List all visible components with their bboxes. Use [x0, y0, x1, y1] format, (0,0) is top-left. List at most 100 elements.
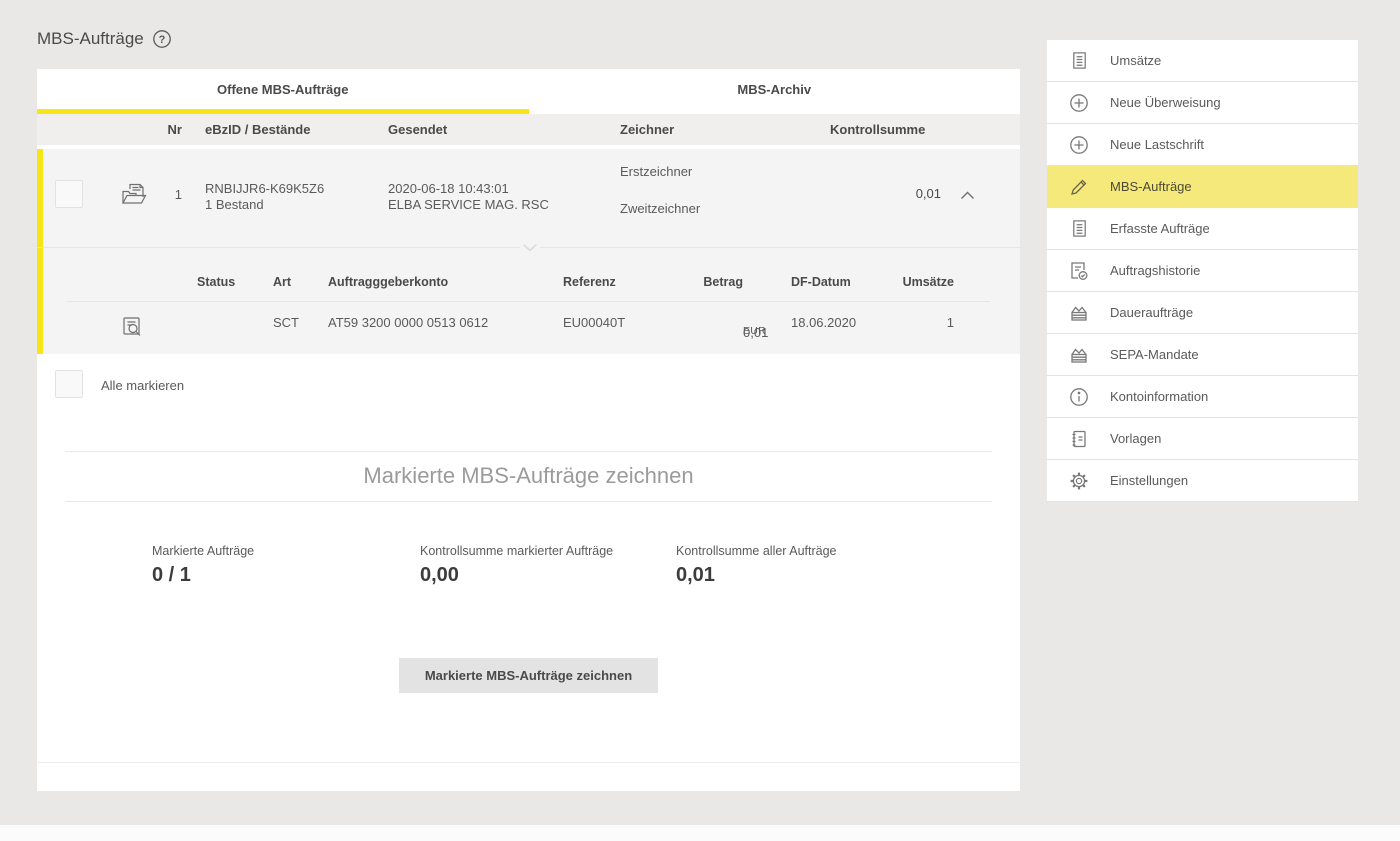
- col-header-auftraggeberkonto: Auftragggeberkonto: [328, 275, 448, 289]
- stat-markierte-auftraege: Markierte Aufträge 0 / 1: [152, 544, 254, 587]
- detail-konto: AT59 3200 0000 0513 0612: [328, 315, 488, 330]
- plus-circle-icon: [1069, 135, 1089, 155]
- col-header-umsaetze: Umsätze: [883, 275, 954, 289]
- sidebar-item-label: Erfasste Aufträge: [1110, 221, 1210, 236]
- order-ebzid-cell: RNBIJJR6-K69K5Z6 1 Bestand: [205, 181, 324, 213]
- col-header-betrag: Betrag: [667, 275, 743, 289]
- page-title-row: MBS-Aufträge ?: [37, 26, 1020, 52]
- sidebar-item-umsaetze[interactable]: Umsätze: [1047, 40, 1358, 82]
- sidebar-item-sepa-mandate[interactable]: SEPA-Mandate: [1047, 334, 1358, 376]
- document-magnifier-icon[interactable]: [120, 315, 145, 340]
- stack-icon: [1069, 303, 1089, 323]
- col-header-df-datum: DF-Datum: [791, 275, 851, 289]
- sidebar-item-einstellungen[interactable]: Einstellungen: [1047, 460, 1358, 502]
- stack-icon: [1069, 345, 1089, 365]
- tab-mbs-archiv[interactable]: MBS-Archiv: [529, 69, 1021, 114]
- col-header-status: Status: [197, 275, 235, 289]
- order-zweitzeichner: Zweitzeichner: [620, 201, 700, 216]
- order-ebzid: RNBIJJR6-K69K5Z6: [205, 181, 324, 197]
- page-title: MBS-Aufträge: [37, 29, 144, 49]
- sidebar-item-vorlagen[interactable]: Vorlagen: [1047, 418, 1358, 460]
- stat-label: Markierte Aufträge: [152, 544, 254, 558]
- detail-table-header: Status Art Auftragggeberkonto Referenz B…: [37, 275, 1020, 297]
- detail-umsaetze: 1: [883, 315, 954, 330]
- sidebar-item-label: Neue Lastschrift: [1110, 137, 1204, 152]
- document-check-icon: [1069, 261, 1089, 281]
- document-lines-icon: [1069, 219, 1089, 239]
- sidebar-item-mbs-auftraege[interactable]: MBS-Aufträge: [1047, 166, 1358, 208]
- sidebar-item-label: Einstellungen: [1110, 473, 1188, 488]
- stat-value: 0 / 1: [152, 564, 254, 587]
- section-divider-bottom: [65, 501, 992, 502]
- detail-header-divider: [67, 301, 990, 302]
- chevron-down-icon: [520, 243, 540, 252]
- tab-bar: Offene MBS-Aufträge MBS-Archiv: [37, 69, 1020, 114]
- stat-kontrollsumme-markiert: Kontrollsumme markierter Aufträge 0,00: [420, 544, 613, 587]
- order-gesendet-cell: 2020-06-18 10:43:01 ELBA SERVICE MAG. RS…: [388, 181, 549, 213]
- order-sent-by: ELBA SERVICE MAG. RSC: [388, 197, 549, 213]
- sidebar-item-auftragshistorie[interactable]: Auftragshistorie: [1047, 250, 1358, 292]
- select-all-checkbox[interactable]: [55, 370, 83, 398]
- sidebar-item-label: SEPA-Mandate: [1110, 347, 1199, 362]
- detail-art: SCT: [273, 315, 299, 330]
- stat-kontrollsumme-alle: Kontrollsumme aller Aufträge 0,01: [676, 544, 837, 587]
- col-header-kontrollsumme: Kontrollsumme: [830, 122, 925, 137]
- stat-label: Kontrollsumme aller Aufträge: [676, 544, 837, 558]
- order-sent-datetime: 2020-06-18 10:43:01: [388, 181, 549, 197]
- sidebar-item-label: MBS-Aufträge: [1110, 179, 1192, 194]
- svg-text:?: ?: [158, 34, 165, 46]
- sidebar-item-kontoinformation[interactable]: Kontoinformation: [1047, 376, 1358, 418]
- sign-stats: Markierte Aufträge 0 / 1 Kontrollsumme m…: [37, 544, 1020, 608]
- order-erstzeichner: Erstzeichner: [620, 164, 692, 179]
- tab-offene-mbs-auftraege[interactable]: Offene MBS-Aufträge: [37, 69, 529, 114]
- stat-value: 0,01: [676, 564, 837, 587]
- tab-label: MBS-Archiv: [737, 82, 811, 97]
- help-icon[interactable]: ?: [152, 29, 172, 49]
- sidebar-item-label: Vorlagen: [1110, 431, 1161, 446]
- sidebar-item-label: Neue Überweisung: [1110, 95, 1221, 110]
- sidebar-item-label: Umsätze: [1110, 53, 1161, 68]
- order-kontrollsumme: 0,01: [827, 186, 941, 201]
- col-header-gesendet: Gesendet: [388, 122, 447, 137]
- sidebar-item-neue-lastschrift[interactable]: Neue Lastschrift: [1047, 124, 1358, 166]
- chevron-up-icon[interactable]: [955, 183, 979, 207]
- order-bestand: 1 Bestand: [205, 197, 324, 213]
- info-circle-icon: [1069, 387, 1089, 407]
- row-detail-divider: [37, 247, 1020, 248]
- detail-referenz: EU00040T: [563, 315, 625, 330]
- document-lines-icon: [1069, 51, 1089, 71]
- detail-currency: EUR: [743, 325, 766, 337]
- col-header-ebzid: eBzID / Bestände: [205, 122, 310, 137]
- orders-table-header: Nr eBzID / Bestände Gesendet Zeichner Ko…: [37, 114, 1020, 145]
- pencil-icon: [1069, 177, 1089, 197]
- panel-footer-divider: [37, 762, 1020, 763]
- col-header-nr: Nr: [135, 122, 182, 137]
- sidebar-item-neue-ueberweisung[interactable]: Neue Überweisung: [1047, 82, 1358, 124]
- col-header-referenz: Referenz: [563, 275, 616, 289]
- sidebar-item-dauerauftraege[interactable]: Daueraufträge: [1047, 292, 1358, 334]
- sidebar-item-erfasste-auftraege[interactable]: Erfasste Aufträge: [1047, 208, 1358, 250]
- order-row-expanded: 1 RNBIJJR6-K69K5Z6 1 Bestand 2020-06-18 …: [37, 149, 1020, 354]
- select-all-label: Alle markieren: [101, 378, 184, 393]
- select-all-row: Alle markieren: [37, 366, 1020, 406]
- sidebar-navigation: Umsätze Neue Überweisung Neue Lastschrif…: [1047, 40, 1358, 502]
- orders-panel: Offene MBS-Aufträge MBS-Archiv Nr eBzID …: [37, 69, 1020, 791]
- gear-icon: [1069, 471, 1089, 491]
- col-header-art: Art: [273, 275, 291, 289]
- stat-label: Kontrollsumme markierter Aufträge: [420, 544, 613, 558]
- detail-row: SCT AT59 3200 0000 0513 0612 EU00040T 0,…: [37, 305, 1020, 343]
- stat-value: 0,00: [420, 564, 613, 587]
- sign-marked-orders-button[interactable]: Markierte MBS-Aufträge zeichnen: [399, 658, 658, 693]
- tab-label: Offene MBS-Aufträge: [217, 82, 348, 97]
- sign-button-row: Markierte MBS-Aufträge zeichnen: [37, 658, 1020, 693]
- sidebar-item-label: Auftragshistorie: [1110, 263, 1200, 278]
- sidebar-item-label: Kontoinformation: [1110, 389, 1208, 404]
- page-bottom-strip: [0, 825, 1400, 841]
- sidebar-item-label: Daueraufträge: [1110, 305, 1193, 320]
- main-content: MBS-Aufträge ? Offene MBS-Aufträge MBS-A…: [37, 26, 1020, 791]
- notebook-icon: [1069, 429, 1089, 449]
- order-row-checkbox[interactable]: [55, 180, 83, 208]
- sign-section-heading: Markierte MBS-Aufträge zeichnen: [37, 452, 1020, 501]
- plus-circle-icon: [1069, 93, 1089, 113]
- col-header-zeichner: Zeichner: [620, 122, 674, 137]
